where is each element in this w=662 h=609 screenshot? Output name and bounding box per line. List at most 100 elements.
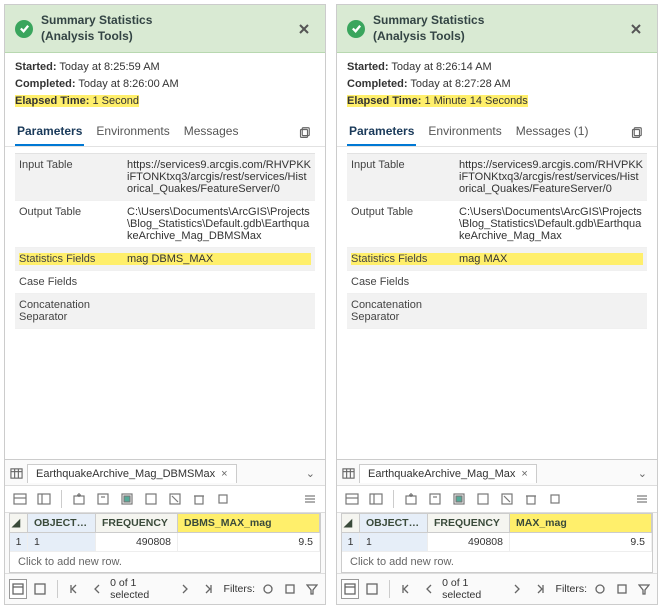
filter-time-button[interactable]: [259, 579, 277, 599]
close-tab-button[interactable]: ×: [221, 468, 227, 480]
copy-button[interactable]: [625, 122, 647, 144]
row-select-header[interactable]: ◢: [342, 514, 360, 532]
tab-environments[interactable]: Environments: [426, 120, 503, 146]
parameters-table: Input Tablehttps://services9.arcgis.com/…: [15, 153, 315, 329]
add-row-prompt[interactable]: Click to add new row.: [342, 552, 652, 572]
table-row[interactable]: 1 1 490808 9.5: [10, 533, 320, 552]
calculate-button[interactable]: [92, 488, 114, 510]
completed-label: Completed:: [347, 78, 408, 90]
next-button[interactable]: [176, 579, 194, 599]
zoom-button[interactable]: [140, 488, 162, 510]
success-icon: [15, 20, 33, 38]
cell[interactable]: 490808: [96, 533, 178, 551]
chevron-down-icon[interactable]: ⌄: [632, 467, 653, 480]
param-key: Input Table: [351, 159, 459, 171]
data-grid[interactable]: ◢ OBJECTID * FREQUENCY DBMS_MAX_mag 1 1 …: [9, 513, 321, 573]
row-index[interactable]: 1: [10, 533, 28, 551]
data-grid[interactable]: ◢ OBJECTID * FREQUENCY MAX_mag 1 1 49080…: [341, 513, 653, 573]
first-button[interactable]: [398, 579, 416, 599]
field-view-button[interactable]: [341, 488, 363, 510]
started-label: Started:: [15, 61, 57, 73]
show-all-button[interactable]: [9, 579, 27, 599]
column-header[interactable]: OBJECTID *: [360, 514, 428, 532]
param-value: C:\Users\Documents\ArcGIS\Projects\Blog_…: [127, 206, 311, 242]
first-button[interactable]: [66, 579, 84, 599]
add-row-prompt[interactable]: Click to add new row.: [10, 552, 320, 572]
column-header[interactable]: MAX_mag: [510, 514, 652, 532]
close-tab-button[interactable]: ×: [521, 468, 527, 480]
table-toolbar: [5, 485, 325, 513]
started-value: Today at 8:25:59 AM: [59, 61, 159, 73]
param-key: Concatenation Separator: [351, 299, 459, 323]
show-selected-button[interactable]: [31, 579, 49, 599]
cell[interactable]: 9.5: [510, 533, 652, 551]
show-selected-button[interactable]: [363, 579, 381, 599]
tab-parameters[interactable]: Parameters: [347, 120, 416, 146]
column-header[interactable]: DBMS_MAX_mag: [178, 514, 320, 532]
meta-block: Started: Today at 8:25:59 AM Completed: …: [5, 53, 325, 114]
tool-title: Summary Statistics (Analysis Tools): [373, 13, 484, 44]
cell[interactable]: 1: [28, 533, 96, 551]
completed-label: Completed:: [15, 78, 76, 90]
filter-time-button[interactable]: [591, 579, 609, 599]
cell[interactable]: 1: [360, 533, 428, 551]
clear-button[interactable]: [164, 488, 186, 510]
row-index[interactable]: 1: [342, 533, 360, 551]
column-header[interactable]: FREQUENCY: [428, 514, 510, 532]
result-pane-right: Summary Statistics (Analysis Tools) Star…: [336, 4, 658, 605]
copy-button[interactable]: [293, 122, 315, 144]
select-button[interactable]: [116, 488, 138, 510]
calculate-button[interactable]: [424, 488, 446, 510]
param-value: mag DBMS_MAX: [127, 253, 311, 265]
title-line1: Summary Statistics: [373, 13, 484, 27]
prev-button[interactable]: [420, 579, 438, 599]
last-button[interactable]: [198, 579, 216, 599]
param-key: Statistics Fields: [19, 253, 127, 265]
delete-button[interactable]: [520, 488, 542, 510]
separator: [61, 490, 62, 508]
column-header[interactable]: OBJECTID *: [28, 514, 96, 532]
prev-button[interactable]: [88, 579, 106, 599]
add-button[interactable]: [68, 488, 90, 510]
cell[interactable]: 490808: [428, 533, 510, 551]
field-view-button[interactable]: [9, 488, 31, 510]
table-tab-label: EarthquakeArchive_Mag_Max: [368, 468, 515, 480]
close-button[interactable]: [625, 18, 647, 40]
zoom-button[interactable]: [472, 488, 494, 510]
menu-button[interactable]: [299, 488, 321, 510]
row-select-header[interactable]: ◢: [10, 514, 28, 532]
last-button[interactable]: [530, 579, 548, 599]
close-button[interactable]: [293, 18, 315, 40]
selection-view-button[interactable]: [365, 488, 387, 510]
delete-button[interactable]: [188, 488, 210, 510]
copy-button[interactable]: [544, 488, 566, 510]
filter-extent-button[interactable]: [281, 579, 299, 599]
grid-header: ◢ OBJECTID * FREQUENCY DBMS_MAX_mag: [10, 514, 320, 533]
show-all-button[interactable]: [341, 579, 359, 599]
next-button[interactable]: [508, 579, 526, 599]
column-header[interactable]: FREQUENCY: [96, 514, 178, 532]
tab-parameters[interactable]: Parameters: [15, 120, 84, 146]
selection-view-button[interactable]: [33, 488, 55, 510]
cell[interactable]: 9.5: [178, 533, 320, 551]
filter-funnel-button[interactable]: [635, 579, 653, 599]
filters-label: Filters:: [224, 583, 256, 595]
copy-button[interactable]: [212, 488, 234, 510]
select-button[interactable]: [448, 488, 470, 510]
tab-messages[interactable]: Messages (1): [514, 120, 591, 146]
param-key: Output Table: [19, 206, 127, 218]
filter-funnel-button[interactable]: [303, 579, 321, 599]
filter-extent-button[interactable]: [613, 579, 631, 599]
table-tab[interactable]: EarthquakeArchive_Mag_DBMSMax ×: [27, 464, 237, 483]
table-tab[interactable]: EarthquakeArchive_Mag_Max ×: [359, 464, 537, 483]
param-value: https://services9.arcgis.com/RHVPKKiFTON…: [459, 159, 643, 195]
table-row[interactable]: 1 1 490808 9.5: [342, 533, 652, 552]
add-button[interactable]: [400, 488, 422, 510]
chevron-down-icon[interactable]: ⌄: [300, 467, 321, 480]
tab-environments[interactable]: Environments: [94, 120, 171, 146]
status-bar: 0 of 1 selected Filters:: [5, 573, 325, 604]
menu-button[interactable]: [631, 488, 653, 510]
attribute-table-panel: EarthquakeArchive_Mag_Max × ⌄ ◢ OBJECTID…: [337, 459, 657, 604]
clear-button[interactable]: [496, 488, 518, 510]
tab-messages[interactable]: Messages: [182, 120, 241, 146]
